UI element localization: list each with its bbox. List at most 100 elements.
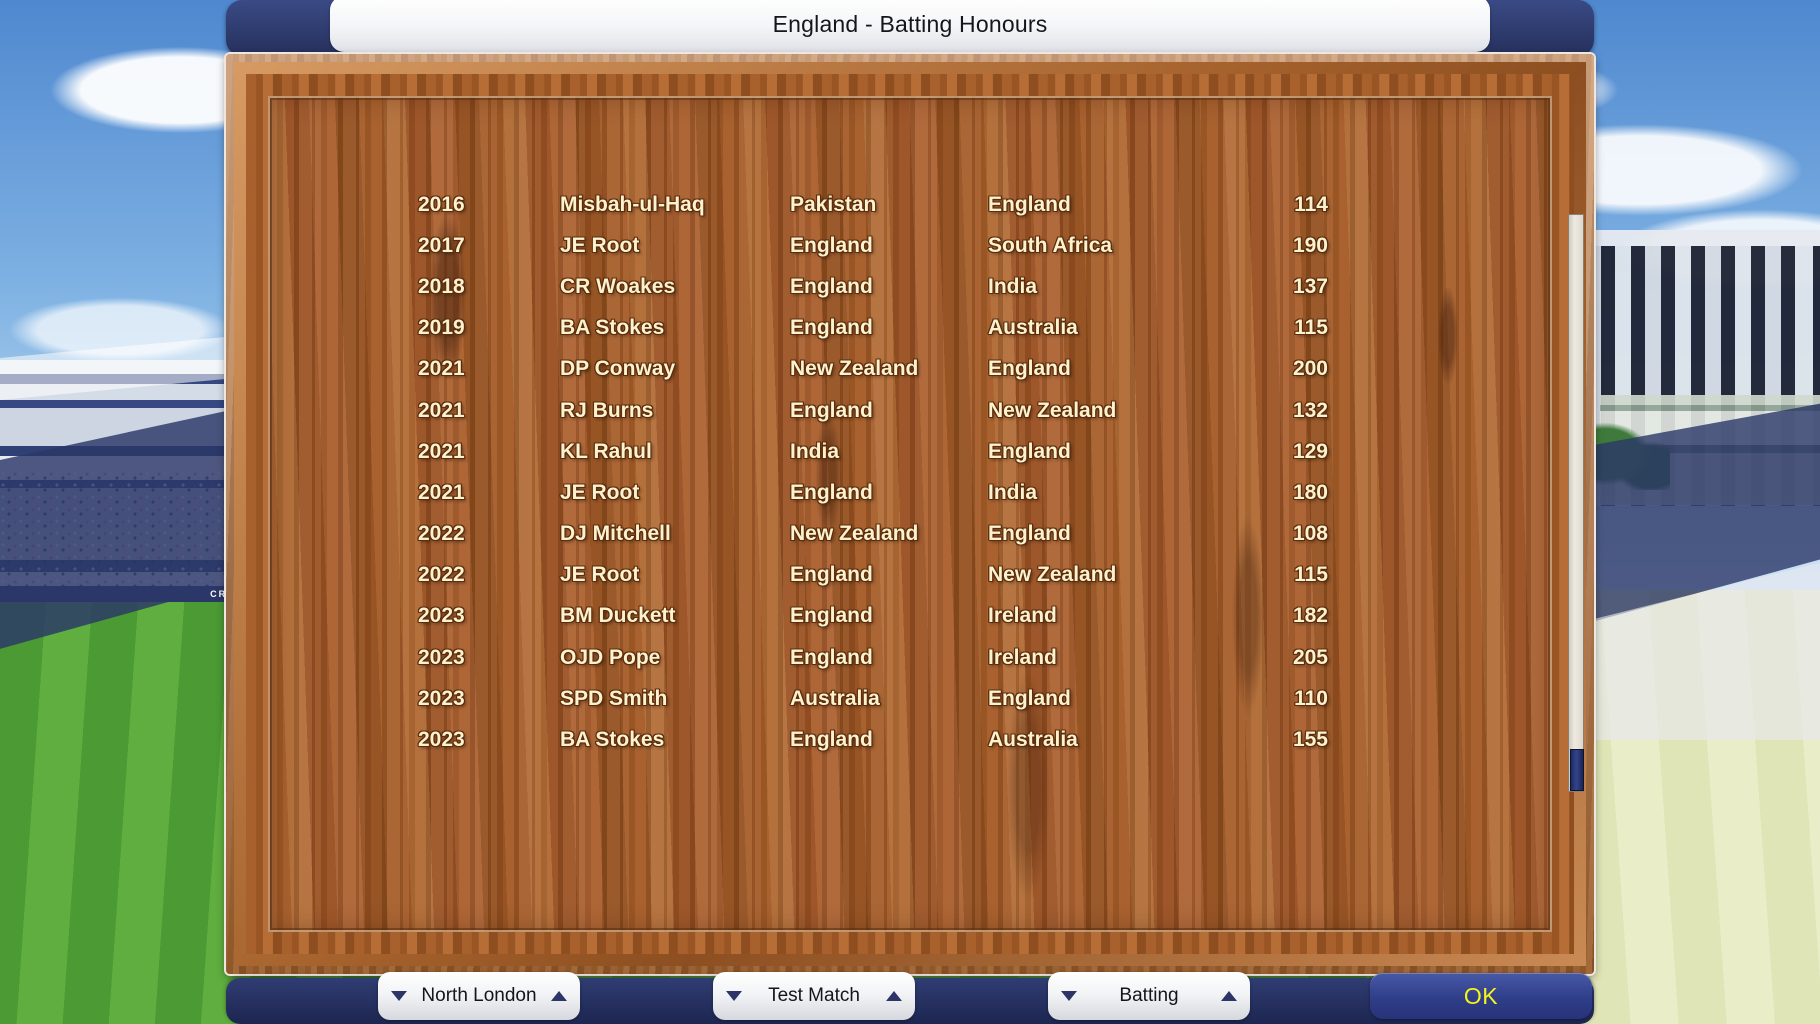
opponent-cell: Australia (988, 728, 1078, 752)
table-row[interactable]: 2019 BA Stokes England Australia 115 (418, 308, 1518, 349)
chevron-down-icon[interactable] (726, 991, 742, 1001)
opponent-cell: England (988, 192, 1071, 216)
player-cell: JE Root (560, 563, 640, 587)
score-cell: 182 (1292, 604, 1328, 628)
year-cell: 2023 (418, 604, 465, 628)
year-cell: 2019 (418, 316, 465, 340)
player-cell: JE Root (560, 480, 640, 504)
year-cell: 2016 (418, 192, 465, 216)
opponent-cell: India (988, 274, 1038, 298)
table-row[interactable]: 2021 DP Conway New Zealand England 200 (418, 349, 1518, 390)
table-row[interactable]: 2018 CR Woakes England India 137 (418, 266, 1518, 307)
team-cell: England (790, 604, 873, 628)
year-cell: 2021 (418, 439, 465, 463)
chevron-up-icon[interactable] (551, 991, 567, 1001)
team-cell: England (790, 316, 873, 340)
opponent-cell: New Zealand (988, 563, 1117, 587)
team-cell: England (790, 274, 873, 298)
dropdown-discipline-value: Batting (1119, 985, 1179, 1006)
score-cell: 110 (1294, 686, 1328, 710)
team-cell: New Zealand (790, 357, 919, 381)
opponent-cell: Ireland (988, 645, 1057, 669)
team-cell: New Zealand (790, 522, 919, 546)
honours-table: 2016 Misbah-ul-Haq Pakistan England 114 2017 J… (418, 184, 1518, 824)
table-row[interactable]: 2021 KL Rahul India England 129 (418, 431, 1518, 472)
chevron-down-icon[interactable] (1061, 991, 1077, 1001)
year-cell: 2021 (418, 357, 465, 381)
chevron-up-icon[interactable] (886, 991, 902, 1001)
score-cell: 180 (1292, 480, 1328, 504)
table-row[interactable]: 2017 JE Root England South Africa 190 (418, 225, 1518, 266)
opponent-cell: India (988, 480, 1038, 504)
year-cell: 2017 (418, 233, 465, 257)
team-cell: England (790, 645, 873, 669)
table-row[interactable]: 2021 RJ Burns England New Zealand 132 (418, 390, 1518, 431)
ok-button[interactable]: OK (1370, 973, 1592, 1019)
opponent-cell: England (988, 522, 1071, 546)
honours-window: England - Batting Honours 2016 Misbah-ul-… (226, 0, 1594, 1024)
team-cell: England (790, 728, 873, 752)
opponent-cell: England (988, 686, 1071, 710)
score-cell: 205 (1292, 645, 1328, 669)
chevron-down-icon[interactable] (391, 991, 407, 1001)
chevron-up-icon[interactable] (1221, 991, 1237, 1001)
player-cell: BM Duckett (560, 604, 676, 628)
player-cell: KL Rahul (560, 439, 652, 463)
team-cell: England (790, 563, 873, 587)
team-cell: Pakistan (790, 192, 877, 216)
year-cell: 2022 (418, 563, 465, 587)
year-cell: 2022 (418, 522, 465, 546)
opponent-cell: South Africa (988, 233, 1113, 257)
year-cell: 2023 (418, 645, 465, 669)
team-cell: England (790, 398, 873, 422)
wooden-frame-outer: 2016 Misbah-ul-Haq Pakistan England 114 2017 J… (226, 54, 1594, 974)
table-row[interactable]: 2023 BA Stokes England Australia 155 (418, 719, 1518, 760)
year-cell: 2021 (418, 398, 465, 422)
year-cell: 2023 (418, 728, 465, 752)
honours-board-panel: 2016 Misbah-ul-Haq Pakistan England 114 2017 J… (268, 96, 1584, 932)
table-row[interactable]: 2023 BM Duckett England Ireland 182 (418, 596, 1518, 637)
player-cell: SPD Smith (560, 686, 668, 710)
footer-toolbar: OK North London Test Match Batting (226, 972, 1594, 1024)
table-row[interactable]: 2021 JE Root England India 180 (418, 472, 1518, 513)
scrollbar-thumb[interactable] (1570, 749, 1584, 791)
score-cell: 108 (1292, 522, 1328, 546)
team-cell: India (790, 439, 840, 463)
player-cell: Misbah-ul-Haq (560, 192, 705, 216)
team-cell: Australia (790, 686, 880, 710)
score-cell: 132 (1292, 398, 1328, 422)
score-cell: 190 (1292, 233, 1328, 257)
opponent-cell: Australia (988, 316, 1078, 340)
player-cell: DJ Mitchell (560, 522, 671, 546)
score-cell: 114 (1294, 192, 1328, 216)
team-cell: England (790, 233, 873, 257)
dropdown-ground-value: North London (421, 985, 537, 1006)
player-cell: BA Stokes (560, 728, 665, 752)
dropdown-match_type-value: Test Match (768, 985, 860, 1006)
team-cell: England (790, 480, 873, 504)
dropdown-discipline[interactable]: Batting (1048, 972, 1250, 1020)
year-cell: 2023 (418, 686, 465, 710)
opponent-cell: England (988, 357, 1071, 381)
player-cell: OJD Pope (560, 645, 661, 669)
year-cell: 2021 (418, 480, 465, 504)
vertical-scrollbar[interactable] (1568, 214, 1584, 792)
player-cell: DP Conway (560, 357, 676, 381)
player-cell: BA Stokes (560, 316, 665, 340)
score-cell: 155 (1292, 728, 1328, 752)
ok-button-label: OK (1463, 982, 1499, 1009)
score-cell: 115 (1294, 563, 1328, 587)
wooden-frame-bevel: 2016 Misbah-ul-Haq Pakistan England 114 2017 J… (234, 62, 1586, 966)
player-cell: JE Root (560, 233, 640, 257)
player-cell: RJ Burns (560, 398, 654, 422)
table-row[interactable]: 2023 OJD Pope England Ireland 205 (418, 637, 1518, 678)
score-cell: 137 (1292, 274, 1328, 298)
table-row[interactable]: 2022 DJ Mitchell New Zealand England 108 (418, 514, 1518, 555)
table-row[interactable]: 2022 JE Root England New Zealand 115 (418, 555, 1518, 596)
table-row[interactable]: 2023 SPD Smith Australia England 110 (418, 678, 1518, 719)
opponent-cell: England (988, 439, 1071, 463)
dropdown-match_type[interactable]: Test Match (713, 972, 915, 1020)
table-row[interactable]: 2016 Misbah-ul-Haq Pakistan England 114 (418, 184, 1518, 225)
dropdown-ground[interactable]: North London (378, 972, 580, 1020)
opponent-cell: Ireland (988, 604, 1057, 628)
